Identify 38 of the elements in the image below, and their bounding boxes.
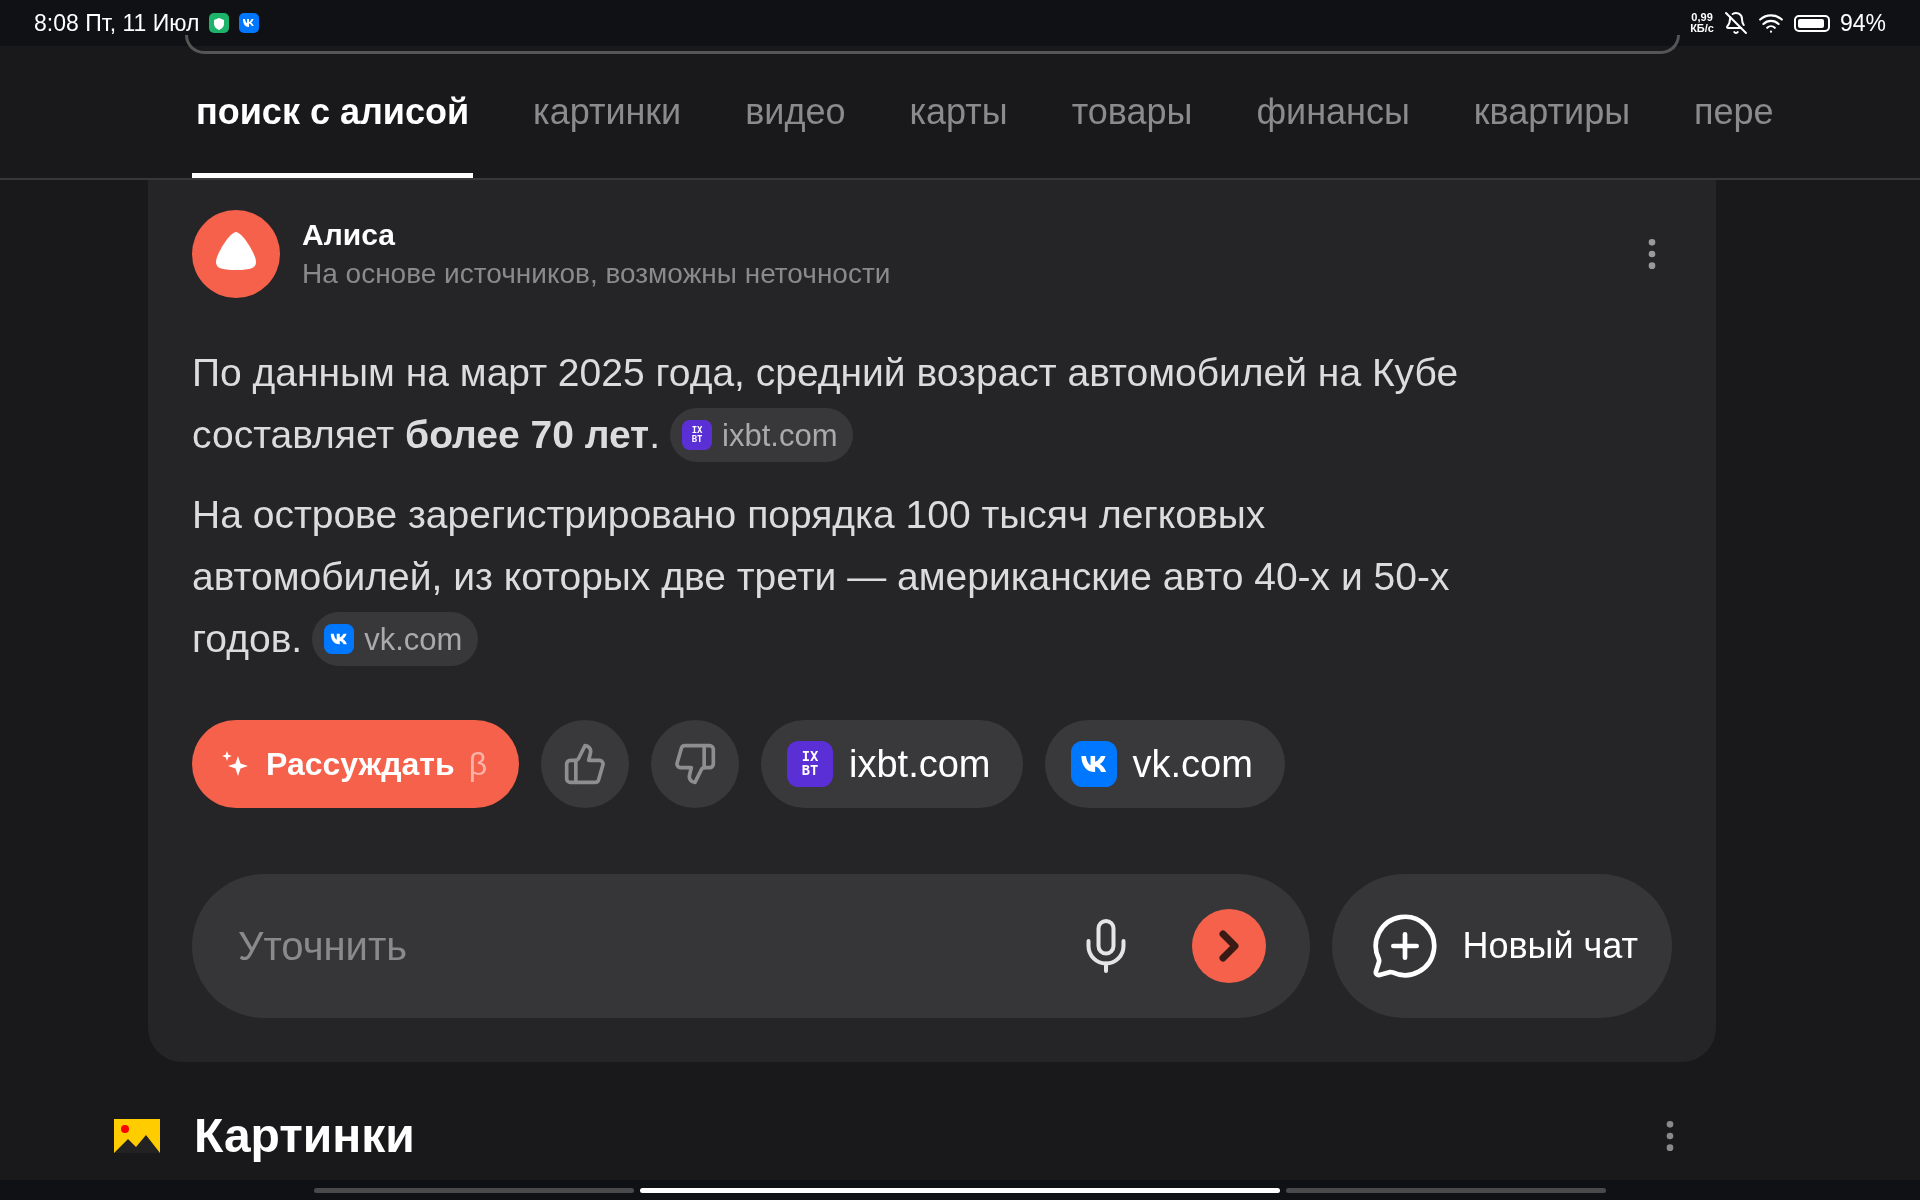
search-tab[interactable]: квартиры — [1469, 46, 1635, 178]
disclaimer-text: На основе источников, возможны неточности — [302, 258, 892, 290]
follow-up-field[interactable]: Уточнить — [236, 922, 1021, 970]
source-chip[interactable]: vk.com — [312, 612, 479, 666]
source-chip[interactable]: IX BT ixbt.com — [670, 408, 854, 462]
search-tab[interactable]: финансы — [1252, 46, 1414, 178]
status-time: 8:08 Пт, 11 Июл — [34, 9, 200, 37]
answer-text-line: автомобилей, из которых две трети — американские авто 40-х и 50-х — [192, 554, 1450, 600]
thumbs-up-icon — [563, 742, 608, 786]
search-tab[interactable]: карты — [905, 46, 1012, 178]
vk-app-icon — [239, 13, 260, 33]
navigation-handle[interactable] — [640, 1187, 1280, 1193]
battery-icon — [1793, 14, 1830, 32]
new-chat-button[interactable]: Новый чат — [1332, 874, 1672, 1018]
search-tab[interactable]: картинки — [529, 46, 686, 178]
source-button[interactable]: IX BT ixbt.com — [761, 720, 1023, 808]
reason-button[interactable]: Рассуждать β — [192, 720, 520, 808]
vk-logo-icon — [324, 624, 355, 654]
ixbt-logo-icon: IX BT — [787, 741, 834, 787]
image-gallery-icon — [114, 1118, 160, 1153]
answer-text-line: По данным на март 2025 года, средний возраст автомобилей на Кубе — [192, 350, 1459, 396]
search-tab[interactable]: видео — [741, 46, 850, 178]
ixbt-logo-icon: IX BT — [682, 420, 713, 450]
battery-percent: 94% — [1839, 9, 1886, 37]
thumbs-down-icon — [673, 742, 718, 786]
section-title: Картинки — [194, 1108, 416, 1163]
shield-icon — [209, 13, 230, 33]
answer-text-line: На острове зарегистрировано порядка 100 тысяч легковых — [192, 492, 1266, 538]
assistant-avatar-icon — [192, 210, 280, 298]
search-tab[interactable]: товары — [1067, 46, 1197, 178]
answer-text-line: годов. — [192, 616, 303, 662]
vk-logo-icon — [1070, 741, 1117, 787]
network-speed: 0,99 КБ/с — [1690, 12, 1714, 34]
assistant-name: Алиса — [302, 218, 396, 252]
bell-off-icon — [1723, 11, 1748, 35]
answer-text-line: составляет более 70 лет. — [192, 412, 661, 458]
source-button[interactable]: vk.com — [1044, 720, 1285, 808]
search-tab[interactable]: пере — [1690, 46, 1778, 178]
